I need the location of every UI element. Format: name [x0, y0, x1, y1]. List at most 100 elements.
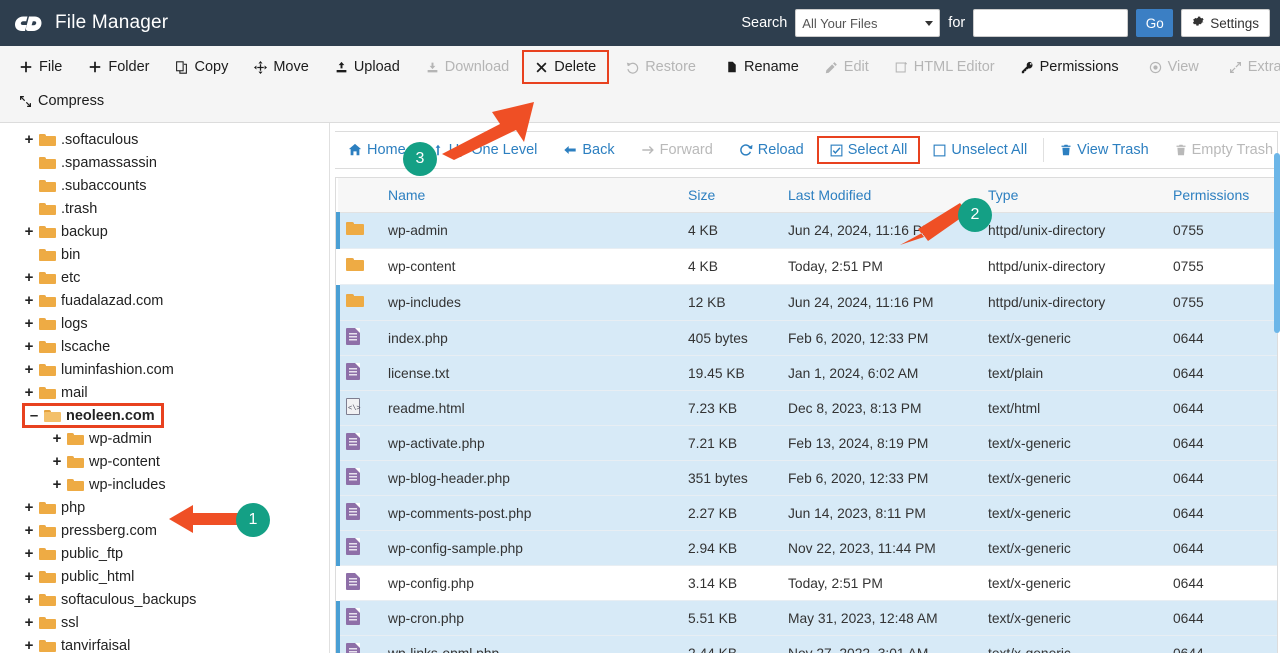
table-row[interactable]: wp-blog-header.php 351 bytes Feb 6, 2020, … — [336, 460, 1277, 496]
table-row[interactable]: wp-links-opml.php 2.44 KB Nov 27, 2022, 3:… — [336, 635, 1277, 653]
toolbar-compress[interactable]: Compress — [6, 84, 117, 118]
search-scope-select[interactable]: All Your Files — [795, 9, 941, 37]
table-row[interactable]: wp-includes 12 KB Jun 24, 2024, 11:16 PM ht… — [336, 284, 1277, 321]
sidebar-item-mail[interactable]: + mail — [0, 381, 329, 404]
navbar-separator — [1043, 138, 1045, 162]
expand-icon[interactable]: + — [50, 453, 64, 470]
settings-button[interactable]: Settings — [1181, 9, 1270, 37]
expand-icon[interactable]: + — [22, 614, 36, 631]
sidebar-item-spamassassin[interactable]: .spamassassin — [0, 151, 329, 174]
collapse-icon[interactable]: – — [27, 407, 41, 424]
file-row-size: 12 KB — [682, 284, 782, 321]
table-row[interactable]: wp-config.php 3.14 KB Today, 2:51 PM text/x… — [336, 565, 1277, 601]
table-row[interactable]: index.php 405 bytes Feb 6, 2020, 12:33 PM t… — [336, 320, 1277, 356]
toolbar-upload[interactable]: Upload — [322, 50, 413, 84]
toolbar-file[interactable]: File — [6, 50, 75, 84]
col-header-permissions[interactable]: Permissions — [1167, 178, 1277, 213]
table-row[interactable]: wp-config-sample.php 2.94 KB Nov 22, 2023,… — [336, 530, 1277, 566]
table-row[interactable]: readme.html7.23 KBDec 8, 2023, 8:13 PMte… — [336, 390, 1277, 426]
expand-icon[interactable]: + — [22, 269, 36, 286]
file-row-name: wp-config-sample.php — [382, 530, 682, 566]
expand-icon[interactable]: + — [22, 223, 36, 240]
table-row[interactable]: wp-comments-post.php 2.27 KB Jun 14, 2023,… — [336, 495, 1277, 531]
table-row[interactable]: wp-content 4 KB Today, 2:51 PM httpd/unix-d… — [336, 248, 1277, 285]
navbar-back[interactable]: Back — [550, 136, 627, 164]
expand-icon[interactable]: + — [22, 591, 36, 608]
file-row-type: text/x-generic — [982, 460, 1167, 496]
sidebar-item-logs[interactable]: + logs — [0, 312, 329, 335]
toolbar-delete[interactable]: Delete — [522, 50, 610, 84]
search-input[interactable] — [973, 9, 1129, 37]
restore-icon — [626, 61, 639, 74]
col-header-size[interactable]: Size — [682, 178, 782, 213]
file-row-icon-cell — [336, 355, 382, 391]
sidebar-item-content: + wp-includes — [50, 476, 166, 493]
search-go-button[interactable]: Go — [1136, 9, 1174, 37]
file-table-container[interactable]: Name Size Last Modified Type Permissions… — [335, 177, 1278, 653]
expand-icon[interactable]: + — [50, 430, 64, 447]
sidebar-item-php[interactable]: + php — [0, 496, 329, 519]
sidebar-item-public-ftp[interactable]: + public_ftp — [0, 542, 329, 565]
sidebar-item-wp-content[interactable]: + wp-content — [0, 450, 329, 473]
navbar-reload[interactable]: Reload — [726, 136, 817, 164]
file-row-name: wp-includes — [382, 284, 682, 321]
toolbar-permissions[interactable]: Permissions — [1008, 50, 1132, 84]
toolbar-item-label: Upload — [353, 59, 400, 75]
sidebar-item-trash[interactable]: .trash — [0, 197, 329, 220]
sidebar-item-ssl[interactable]: + ssl — [0, 611, 329, 634]
table-row[interactable]: wp-cron.php 5.51 KB May 31, 2023, 12:48 AM… — [336, 600, 1277, 636]
sidebar-item-content: + mail — [22, 384, 88, 401]
annotation-arrow-3 — [442, 102, 534, 160]
expand-icon[interactable]: + — [22, 338, 36, 355]
toolbar-item-label: HTML Editor — [913, 59, 995, 75]
folder-icon — [39, 570, 56, 583]
expand-icon[interactable]: + — [22, 315, 36, 332]
sidebar-item-wp-admin[interactable]: + wp-admin — [0, 427, 329, 450]
sidebar-item-softaculous[interactable]: + .softaculous — [0, 128, 329, 151]
sidebar-item-pressberg-com[interactable]: + pressberg.com — [0, 519, 329, 542]
navbar-view-trash[interactable]: View Trash — [1047, 136, 1161, 164]
expand-icon[interactable]: + — [22, 568, 36, 585]
file-list-scrollbar[interactable] — [1274, 123, 1280, 653]
sidebar-item-lscache[interactable]: + lscache — [0, 335, 329, 358]
expand-icon[interactable]: + — [22, 499, 36, 516]
sidebar-item-softaculous-backups[interactable]: + softaculous_backups — [0, 588, 329, 611]
expand-icon[interactable]: + — [22, 545, 36, 562]
col-header-name[interactable]: Name — [382, 178, 682, 213]
table-row[interactable]: wp-activate.php 7.21 KB Feb 13, 2024, 8:19… — [336, 425, 1277, 461]
table-row[interactable]: license.txt 19.45 KB Jan 1, 2024, 6:02 AM t… — [336, 355, 1277, 391]
sidebar-item-subaccounts[interactable]: .subaccounts — [0, 174, 329, 197]
sidebar-item-etc[interactable]: + etc — [0, 266, 329, 289]
sidebar-item-wp-includes[interactable]: + wp-includes — [0, 473, 329, 496]
sidebar-item-luminfashion-com[interactable]: + luminfashion.com — [0, 358, 329, 381]
sidebar-item-public-html[interactable]: + public_html — [0, 565, 329, 588]
file-row-permissions: 0644 — [1167, 355, 1277, 391]
sidebar-item-tanvirfaisal[interactable]: + tanvirfaisal — [0, 634, 329, 653]
scrollbar-thumb[interactable] — [1274, 153, 1280, 333]
expand-icon[interactable]: + — [22, 131, 36, 148]
expand-icon[interactable]: + — [22, 522, 36, 539]
file-table: Name Size Last Modified Type Permissions… — [336, 178, 1277, 653]
table-row[interactable]: wp-admin 4 KB Jun 24, 2024, 11:16 PM httpd/… — [336, 212, 1277, 249]
file-icon — [346, 608, 360, 625]
navbar-unselect-all[interactable]: Unselect All — [920, 136, 1040, 164]
toolbar-move[interactable]: Move — [241, 50, 321, 84]
toolbar-copy[interactable]: Copy — [162, 50, 241, 84]
sidebar-item-label: wp-admin — [89, 430, 152, 447]
folder-icon — [346, 256, 364, 274]
navbar-select-all[interactable]: Select All — [816, 136, 921, 164]
toolbar-item-label: Delete — [554, 59, 597, 75]
directory-tree-sidebar[interactable]: + .softaculous .spamassassin .subaccounts .t… — [0, 123, 330, 653]
sidebar-item-bin[interactable]: bin — [0, 243, 329, 266]
sidebar-item-neoleen-com[interactable]: – neoleen.com — [0, 403, 329, 428]
expand-icon[interactable]: + — [22, 637, 36, 653]
sidebar-item-backup[interactable]: + backup — [0, 220, 329, 243]
toolbar-folder[interactable]: Folder — [75, 50, 162, 84]
expand-icon[interactable]: + — [22, 384, 36, 401]
toolbar-rename[interactable]: Rename — [713, 50, 812, 84]
expand-icon[interactable]: + — [22, 292, 36, 309]
expand-icon[interactable]: + — [22, 361, 36, 378]
col-header-type[interactable]: Type — [982, 178, 1167, 213]
expand-icon[interactable]: + — [50, 476, 64, 493]
sidebar-item-fuadalazad-com[interactable]: + fuadalazad.com — [0, 289, 329, 312]
